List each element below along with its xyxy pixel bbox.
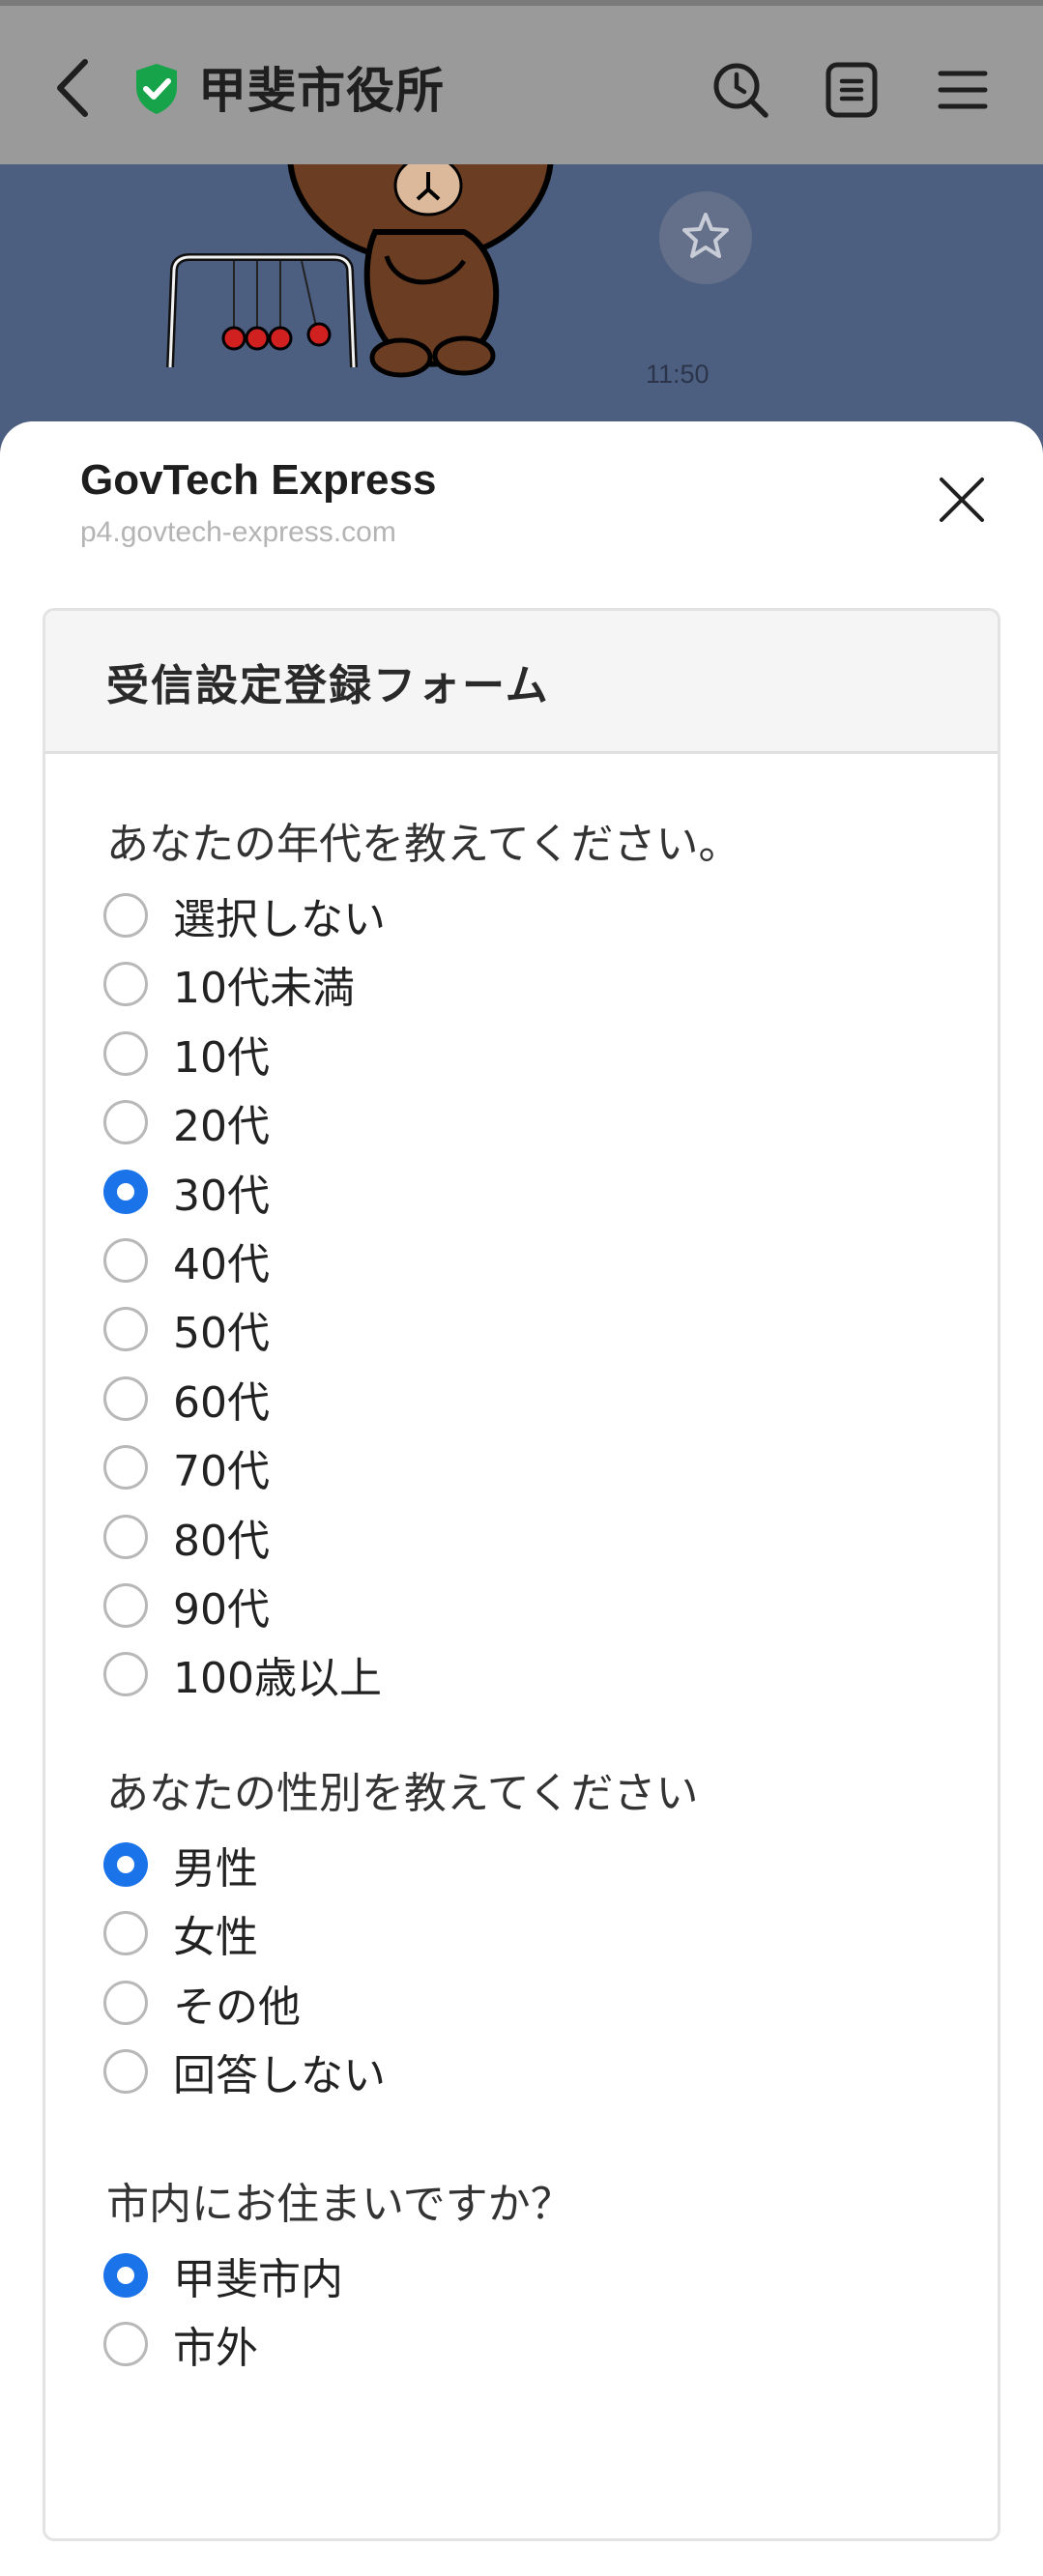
- webview-sheet: GovTech Express p4.govtech-express.com 受…: [0, 421, 1043, 2576]
- radio-option-label: 50代: [173, 1309, 270, 1359]
- radio-option-label: 30代: [173, 1171, 270, 1221]
- message-timestamp: 11:50: [646, 360, 710, 389]
- chat-title: 甲斐市役所: [198, 63, 445, 119]
- radio-unselected-icon[interactable]: [103, 1980, 148, 2025]
- radio-option[interactable]: 40代: [103, 1231, 270, 1289]
- radio-option[interactable]: 女性: [103, 1904, 258, 1962]
- radio-unselected-icon[interactable]: [103, 1514, 148, 1559]
- notes-icon[interactable]: [822, 60, 882, 120]
- sheet-url: p4.govtech-express.com: [80, 516, 396, 548]
- radio-option-label: 80代: [173, 1516, 270, 1566]
- form-title: 受信設定登録フォーム: [106, 660, 550, 710]
- screen: 甲斐市役所 11:50 GovTech Express p4.govtech-e…: [0, 0, 1043, 2576]
- chat-header: 甲斐市役所: [0, 6, 1043, 164]
- question-label: あなたの年代を教えてください。: [106, 820, 741, 869]
- radio-unselected-icon[interactable]: [103, 2049, 148, 2095]
- radio-option-label: 20代: [173, 1102, 270, 1152]
- radio-option-label: 40代: [173, 1240, 270, 1289]
- search-clock-icon[interactable]: [710, 60, 770, 120]
- radio-unselected-icon[interactable]: [103, 1583, 148, 1628]
- back-arrow-icon[interactable]: [50, 54, 99, 122]
- radio-selected-icon[interactable]: [103, 2253, 148, 2298]
- radio-option-label: 100歳以上: [173, 1654, 382, 1704]
- radio-option-label: 90代: [173, 1585, 270, 1635]
- radio-option[interactable]: 10代: [103, 1025, 270, 1083]
- menu-icon[interactable]: [933, 60, 993, 120]
- question-label: 市内にお住まいですか？: [106, 2180, 573, 2229]
- radio-option[interactable]: 10代未満: [103, 955, 355, 1013]
- radio-option[interactable]: 甲斐市内: [103, 2246, 343, 2304]
- radio-unselected-icon[interactable]: [103, 1445, 148, 1491]
- radio-option[interactable]: 50代: [103, 1300, 270, 1358]
- radio-unselected-icon[interactable]: [103, 1911, 148, 1956]
- star-icon: [682, 213, 729, 258]
- radio-option-label: 60代: [173, 1377, 270, 1428]
- favorite-button[interactable]: [659, 191, 752, 284]
- radio-option[interactable]: その他: [103, 1974, 301, 2032]
- radio-option[interactable]: 100歳以上: [103, 1645, 382, 1703]
- radio-option-label: 回答しない: [173, 2051, 386, 2101]
- radio-option[interactable]: 60代: [103, 1370, 270, 1428]
- radio-option-label: 市外: [173, 2324, 258, 2374]
- radio-unselected-icon[interactable]: [103, 1030, 148, 1076]
- radio-option[interactable]: 80代: [103, 1508, 270, 1566]
- radio-unselected-icon[interactable]: [103, 1652, 148, 1697]
- chat-area: 11:50: [0, 45, 1043, 454]
- radio-option[interactable]: 30代: [103, 1163, 270, 1221]
- radio-option[interactable]: 90代: [103, 1577, 270, 1635]
- radio-unselected-icon[interactable]: [103, 893, 148, 938]
- radio-option-label: 70代: [173, 1447, 270, 1497]
- radio-unselected-icon[interactable]: [103, 1238, 148, 1283]
- radio-option[interactable]: 選択しない: [103, 886, 386, 944]
- brown-bear-sticker[interactable]: [155, 45, 570, 387]
- radio-option[interactable]: 70代: [103, 1438, 270, 1496]
- radio-option[interactable]: 回答しない: [103, 2042, 386, 2100]
- verified-shield-icon: [132, 62, 181, 116]
- sheet-title: GovTech Express: [80, 456, 437, 504]
- radio-unselected-icon[interactable]: [103, 962, 148, 1007]
- radio-option-label: 10代未満: [173, 964, 355, 1014]
- close-icon[interactable]: [938, 476, 986, 524]
- radio-option[interactable]: 男性: [103, 1836, 258, 1894]
- radio-unselected-icon[interactable]: [103, 1375, 148, 1421]
- radio-option[interactable]: 市外: [103, 2315, 258, 2373]
- form-header: 受信設定登録フォーム: [45, 611, 998, 754]
- question-label: あなたの性別を教えてください: [106, 1769, 699, 1818]
- radio-option-label: その他: [173, 1982, 301, 2032]
- radio-option-label: 男性: [173, 1844, 258, 1894]
- form-card: 受信設定登録フォーム あなたの年代を教えてください。選択しない 10代未満 10代 2…: [43, 608, 1000, 2541]
- radio-unselected-icon[interactable]: [103, 1100, 148, 1145]
- radio-selected-icon[interactable]: [103, 1842, 148, 1887]
- radio-unselected-icon[interactable]: [103, 2322, 148, 2367]
- radio-option-label: 甲斐市内: [173, 2255, 343, 2304]
- radio-option-label: 10代: [173, 1032, 270, 1083]
- radio-unselected-icon[interactable]: [103, 1307, 148, 1352]
- radio-option-label: 選択しない: [173, 895, 386, 944]
- radio-selected-icon[interactable]: [103, 1169, 148, 1214]
- radio-option[interactable]: 20代: [103, 1093, 270, 1151]
- radio-option-label: 女性: [173, 1913, 258, 1963]
